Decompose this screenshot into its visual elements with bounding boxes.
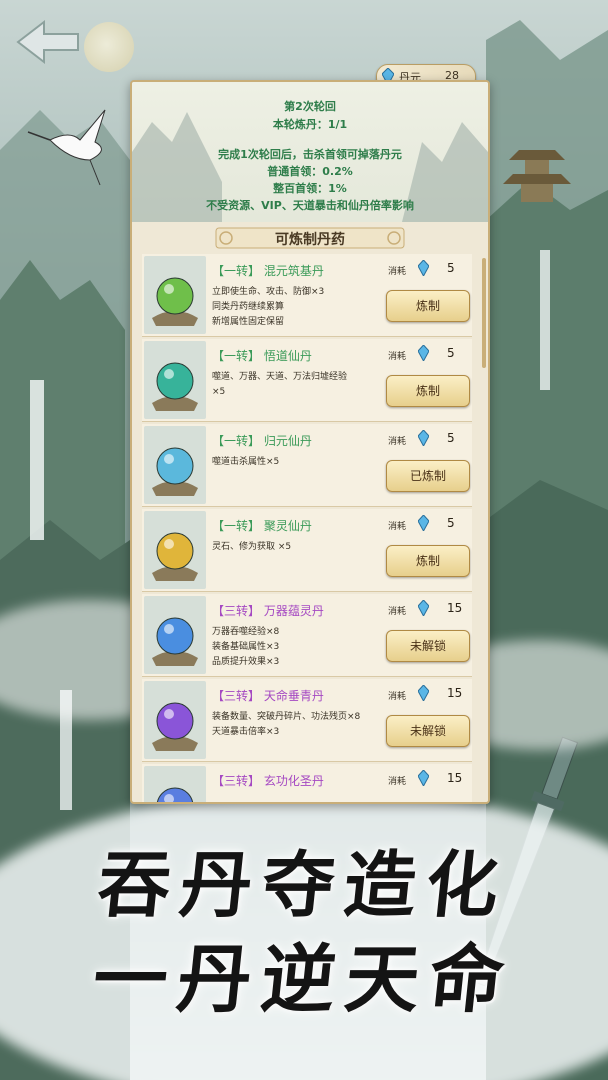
pill-orb-icon bbox=[144, 341, 206, 419]
pill-row: 【三转】 天命垂青丹 装备数量、突破丹碎片、功法残页×8 天道暴击倍率×3 消耗… bbox=[142, 679, 472, 762]
pill-row: 【一转】 聚灵仙丹 灵石、修为获取 ×5 消耗 5 炼制 bbox=[142, 509, 472, 592]
spirit-crystal-icon bbox=[418, 515, 429, 531]
spirit-crystal-icon bbox=[418, 600, 429, 616]
spirit-crystal-icon bbox=[418, 345, 429, 361]
spirit-crystal-icon bbox=[418, 685, 429, 701]
pill-description: 立即使生命、攻击、防御×3 同类丹药继续累算 新增属性固定保留 bbox=[212, 287, 325, 327]
hundred-boss-rate: 整百首领：1% bbox=[273, 182, 347, 195]
round-title: 第2次轮回 bbox=[284, 100, 336, 113]
pill-title: 悟道仙丹 bbox=[263, 349, 312, 363]
slogan-line-2: 一丹逆天命 bbox=[88, 937, 518, 1023]
pill-description: 噬道击杀属性×5 bbox=[212, 457, 280, 467]
normal-boss-rate: 普通首领：0.2% bbox=[267, 165, 353, 178]
refine-button[interactable]: 炼制 bbox=[386, 545, 470, 577]
pill-tier: 【三转】 bbox=[212, 604, 261, 618]
drop-rule: 完成1次轮回后，击杀首领可掉落丹元 bbox=[218, 148, 402, 161]
pill-name: 【一转】 混元筑基丹 bbox=[212, 262, 324, 279]
cost-label: 消耗 bbox=[388, 607, 407, 617]
section-title: 可炼制丹药 bbox=[275, 232, 345, 248]
refine-button[interactable]: 未解锁 bbox=[386, 630, 470, 662]
cost-value: 5 bbox=[447, 346, 455, 360]
round-progress: 本轮炼丹：1/1 bbox=[272, 118, 348, 131]
pill-title: 归元仙丹 bbox=[263, 434, 312, 448]
slogan-line-1: 吞丹夺造化 bbox=[93, 842, 513, 927]
pill-description: 万器吞噬经验×8 装备基础属性×3 品质提升效果×3 bbox=[212, 627, 280, 667]
pill-title: 混元筑基丹 bbox=[263, 264, 324, 278]
spirit-crystal-icon bbox=[418, 430, 429, 446]
pill-tier: 【三转】 bbox=[212, 689, 261, 703]
pill-tier: 【一转】 bbox=[212, 434, 261, 448]
refine-button[interactable]: 炼制 bbox=[386, 375, 470, 407]
cost-label: 消耗 bbox=[388, 522, 407, 532]
pill-tier: 【一转】 bbox=[212, 349, 261, 363]
pill-row: 【一转】 混元筑基丹 立即使生命、攻击、防御×3 同类丹药继续累算 新增属性固定… bbox=[142, 254, 472, 337]
rate-note: 不受资源、VIP、天道暴击和仙丹倍率影响 bbox=[206, 199, 414, 212]
pill-row: 【三转】 万器蕴灵丹 万器吞噬经验×8 装备基础属性×3 品质提升效果×3 消耗… bbox=[142, 594, 472, 677]
pill-tier: 【一转】 bbox=[212, 519, 261, 533]
cost-value: 5 bbox=[447, 261, 455, 275]
cost-label: 消耗 bbox=[388, 267, 407, 277]
pill-row: 【一转】 归元仙丹 噬道击杀属性×5 消耗 5 已炼制 bbox=[142, 424, 472, 507]
pill-orb-icon bbox=[144, 766, 206, 802]
alchemy-panel: 第2次轮回 本轮炼丹：1/1 完成1次轮回后，击杀首领可掉落丹元 普通首领：0.… bbox=[130, 80, 490, 804]
cost-label: 消耗 bbox=[388, 437, 407, 447]
pill-title: 聚灵仙丹 bbox=[263, 519, 312, 533]
pill-name: 【一转】 聚灵仙丹 bbox=[212, 517, 312, 534]
refine-button[interactable]: 未解锁 bbox=[386, 715, 470, 747]
pill-title: 玄功化圣丹 bbox=[263, 774, 324, 788]
spirit-crystal-icon bbox=[418, 260, 429, 276]
round-info: 第2次轮回 本轮炼丹：1/1 完成1次轮回后，击杀首领可掉落丹元 普通首领：0.… bbox=[132, 82, 488, 222]
pill-description: 装备数量、突破丹碎片、功法残页×8 天道暴击倍率×3 bbox=[212, 712, 361, 737]
pill-tier: 【三转】 bbox=[212, 774, 261, 788]
cost-label: 消耗 bbox=[388, 692, 407, 702]
pill-orb-icon bbox=[144, 426, 206, 504]
moon-decoration bbox=[84, 22, 134, 72]
spirit-crystal-icon bbox=[418, 770, 429, 786]
pill-orb-icon bbox=[144, 256, 206, 334]
pill-name: 【三转】 天命垂青丹 bbox=[212, 687, 324, 704]
pill-description: 噬道、万器、天道、万法归墟经验 ×5 bbox=[212, 372, 348, 397]
cost-value: 5 bbox=[447, 516, 455, 530]
pill-row: 【一转】 悟道仙丹 噬道、万器、天道、万法归墟经验 ×5 消耗 5 炼制 bbox=[142, 339, 472, 422]
pill-description: 灵石、修为获取 ×5 bbox=[212, 542, 292, 552]
pill-title: 天命垂青丹 bbox=[263, 689, 324, 703]
back-arrow-icon bbox=[16, 19, 79, 65]
cost-value: 5 bbox=[447, 431, 455, 445]
pill-name: 【一转】 悟道仙丹 bbox=[212, 347, 312, 364]
pill-name: 【三转】 玄功化圣丹 bbox=[212, 772, 324, 789]
pill-name: 【三转】 万器蕴灵丹 bbox=[212, 602, 324, 619]
cost-value: 15 bbox=[447, 771, 463, 785]
pill-name: 【一转】 归元仙丹 bbox=[212, 432, 312, 449]
cost-label: 消耗 bbox=[388, 777, 407, 787]
section-header: 可炼制丹药 bbox=[132, 226, 488, 250]
cost-label: 消耗 bbox=[388, 352, 407, 362]
pill-row: 【三转】 玄功化圣丹 消耗 15 bbox=[142, 764, 472, 802]
pill-title: 万器蕴灵丹 bbox=[263, 604, 324, 618]
cost-value: 15 bbox=[447, 601, 463, 615]
cost-value: 15 bbox=[447, 686, 463, 700]
pill-orb-icon bbox=[144, 681, 206, 759]
pill-list[interactable]: 【一转】 混元筑基丹 立即使生命、攻击、防御×3 同类丹药继续累算 新增属性固定… bbox=[142, 254, 478, 802]
back-button[interactable] bbox=[14, 18, 84, 66]
pill-orb-icon bbox=[144, 511, 206, 589]
pill-orb-icon bbox=[144, 596, 206, 674]
pill-tier: 【一转】 bbox=[212, 264, 261, 278]
refine-button[interactable]: 已炼制 bbox=[386, 460, 470, 492]
list-scrollbar[interactable] bbox=[482, 258, 486, 368]
refine-button[interactable]: 炼制 bbox=[386, 290, 470, 322]
